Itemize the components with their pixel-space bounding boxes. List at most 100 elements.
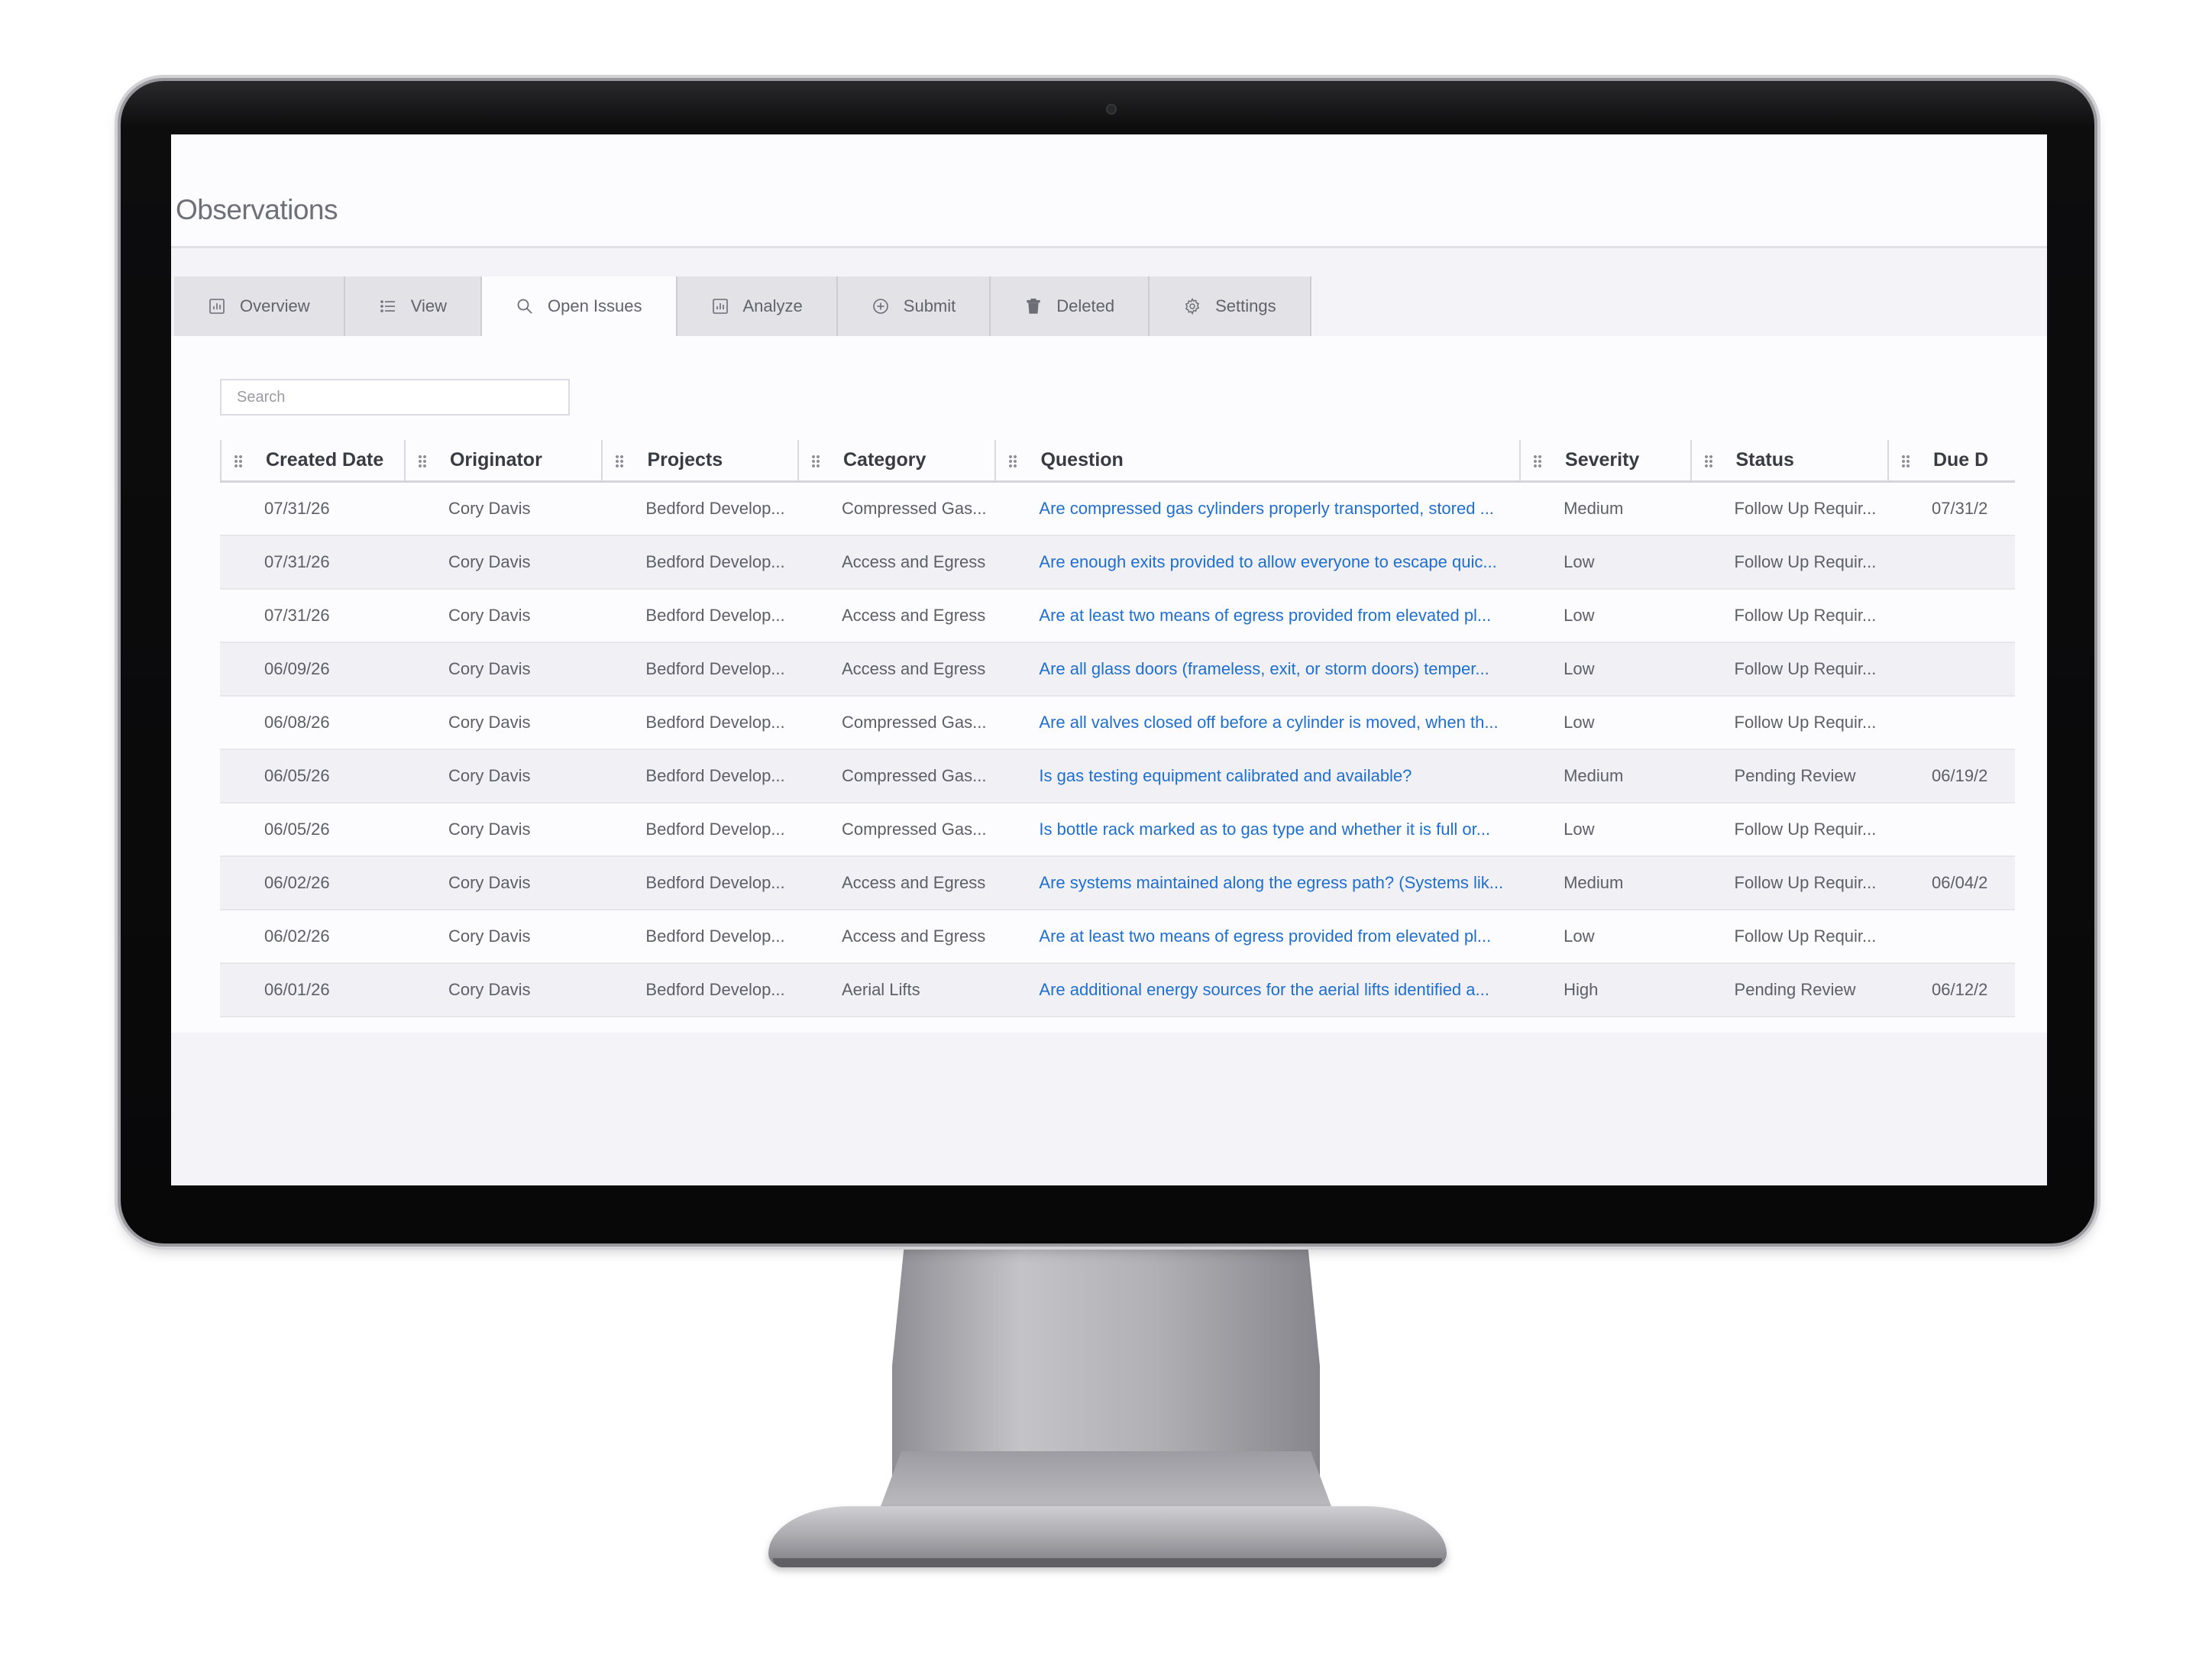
status-cell: Follow Up Requir... xyxy=(1734,606,1877,625)
category-cell: Compressed Gas... xyxy=(841,713,987,732)
tab-settings[interactable]: Settings xyxy=(1150,276,1311,336)
column-header-due-date[interactable]: Due D xyxy=(1887,440,2015,480)
created-date-cell: 06/02/26 xyxy=(264,873,330,892)
status-cell: Follow Up Requir... xyxy=(1734,820,1877,839)
severity-cell: Medium xyxy=(1564,499,1624,518)
tab-analyze[interactable]: Analyze xyxy=(677,276,838,336)
table-row[interactable]: 06/02/26 Cory Davis Bedford Develop... Acce… xyxy=(220,910,2015,964)
project-cell: Bedford Develop... xyxy=(645,552,785,571)
question-link[interactable]: Are compressed gas cylinders properly tr… xyxy=(994,483,1519,535)
created-date-cell: 06/08/26 xyxy=(264,713,330,732)
category-cell: Access and Egress xyxy=(841,927,986,946)
page-header: Observations xyxy=(171,134,2047,248)
originator-cell: Cory Davis xyxy=(448,873,531,892)
table-row[interactable]: 06/08/26 Cory Davis Bedford Develop... Comp… xyxy=(220,697,2015,750)
severity-cell: Low xyxy=(1564,713,1595,732)
project-cell: Bedford Develop... xyxy=(645,606,785,625)
page-title: Observations xyxy=(176,194,338,225)
drag-handle-icon[interactable] xyxy=(417,454,427,468)
column-header-category[interactable]: Category xyxy=(797,440,994,480)
status-cell: Follow Up Requir... xyxy=(1734,499,1877,518)
search-icon xyxy=(516,297,534,315)
originator-cell: Cory Davis xyxy=(448,980,531,999)
created-date-cell: 07/31/26 xyxy=(264,606,330,625)
category-cell: Compressed Gas... xyxy=(841,499,987,518)
status-cell: Pending Review xyxy=(1734,766,1856,785)
severity-cell: High xyxy=(1564,980,1599,999)
drag-handle-icon[interactable] xyxy=(1533,454,1543,468)
tab-open-issues[interactable]: Open Issues xyxy=(481,276,678,336)
observations-table: Created Date Originator Projects Categor… xyxy=(220,440,2015,1017)
created-date-cell: 06/09/26 xyxy=(264,659,330,678)
question-link[interactable]: Are systems maintained along the egress … xyxy=(994,857,1519,909)
originator-cell: Cory Davis xyxy=(448,713,531,732)
column-header-projects[interactable]: Projects xyxy=(601,440,797,480)
chart-icon xyxy=(711,297,729,315)
category-cell: Compressed Gas... xyxy=(841,820,987,839)
question-link[interactable]: Is bottle rack marked as to gas type and… xyxy=(994,804,1519,855)
status-cell: Follow Up Requir... xyxy=(1734,659,1877,678)
tab-overview[interactable]: Overview xyxy=(174,276,345,336)
created-date-cell: 07/31/26 xyxy=(264,552,330,571)
content-panel: Created Date Originator Projects Categor… xyxy=(171,336,2047,1033)
due-date-cell xyxy=(1887,643,2015,695)
due-date-cell xyxy=(1887,697,2015,749)
severity-cell: Low xyxy=(1564,820,1595,839)
list-icon xyxy=(379,297,397,315)
app-screen: Observations Overview View Open Issues A… xyxy=(171,134,2047,1185)
status-cell: Pending Review xyxy=(1734,980,1856,999)
question-link[interactable]: Are at least two means of egress provide… xyxy=(994,910,1519,962)
tab-deleted-label: Deleted xyxy=(1056,296,1115,315)
table-row[interactable]: 06/05/26 Cory Davis Bedford Develop... Comp… xyxy=(220,750,2015,804)
drag-handle-icon[interactable] xyxy=(810,454,820,468)
table-row[interactable]: 07/31/26 Cory Davis Bedford Develop... Comp… xyxy=(220,483,2015,536)
drag-handle-icon[interactable] xyxy=(1008,454,1018,468)
empty-area xyxy=(171,1033,2047,1185)
tab-submit-label: Submit xyxy=(903,296,956,315)
table-row[interactable]: 06/02/26 Cory Davis Bedford Develop... Acce… xyxy=(220,857,2015,910)
tab-open-issues-label: Open Issues xyxy=(547,296,642,315)
drag-handle-icon[interactable] xyxy=(1900,454,1910,468)
project-cell: Bedford Develop... xyxy=(645,873,785,892)
tab-deleted[interactable]: Deleted xyxy=(991,276,1150,336)
category-cell: Access and Egress xyxy=(841,873,986,892)
column-header-question[interactable]: Question xyxy=(994,440,1519,480)
drag-handle-icon[interactable] xyxy=(1703,454,1713,468)
due-date-cell: 06/12/2 xyxy=(1932,980,1988,999)
category-cell: Compressed Gas... xyxy=(841,766,987,785)
column-header-severity[interactable]: Severity xyxy=(1519,440,1690,480)
due-date-cell: 07/31/2 xyxy=(1932,499,1988,518)
created-date-cell: 06/01/26 xyxy=(264,980,330,999)
column-header-status[interactable]: Status xyxy=(1690,440,1887,480)
tab-view[interactable]: View xyxy=(344,276,482,336)
monitor-stand-base xyxy=(768,1506,1447,1566)
drag-handle-icon[interactable] xyxy=(234,454,243,468)
question-link[interactable]: Are all glass doors (frameless, exit, or… xyxy=(994,643,1519,695)
table-header: Created Date Originator Projects Categor… xyxy=(220,440,2015,483)
status-cell: Follow Up Requir... xyxy=(1734,552,1877,571)
drag-handle-icon[interactable] xyxy=(615,454,625,468)
category-cell: Aerial Lifts xyxy=(841,980,920,999)
column-header-originator[interactable]: Originator xyxy=(403,440,601,480)
column-header-created-date[interactable]: Created Date xyxy=(220,440,404,480)
question-link[interactable]: Are at least two means of egress provide… xyxy=(994,590,1519,642)
question-link[interactable]: Are additional energy sources for the ae… xyxy=(994,964,1519,1016)
table-row[interactable]: 06/05/26 Cory Davis Bedford Develop... Comp… xyxy=(220,804,2015,857)
severity-cell: Low xyxy=(1564,659,1595,678)
table-body: 07/31/26 Cory Davis Bedford Develop... Comp… xyxy=(220,483,2015,1017)
table-row[interactable]: 07/31/26 Cory Davis Bedford Develop... Acce… xyxy=(220,536,2015,590)
tab-submit[interactable]: Submit xyxy=(837,276,991,336)
project-cell: Bedford Develop... xyxy=(645,820,785,839)
search-input[interactable] xyxy=(220,379,570,416)
table-row[interactable]: 06/01/26 Cory Davis Bedford Develop... Aeri… xyxy=(220,964,2015,1017)
gear-icon xyxy=(1183,297,1201,315)
question-link[interactable]: Are all valves closed off before a cylin… xyxy=(994,697,1519,749)
severity-cell: Medium xyxy=(1564,766,1624,785)
created-date-cell: 07/31/26 xyxy=(264,499,330,518)
tab-overview-label: Overview xyxy=(240,296,310,315)
table-row[interactable]: 07/31/26 Cory Davis Bedford Develop... Acce… xyxy=(220,590,2015,643)
question-link[interactable]: Are enough exits provided to allow every… xyxy=(994,536,1519,588)
question-link[interactable]: Is gas testing equipment calibrated and … xyxy=(994,750,1519,802)
table-row[interactable]: 06/09/26 Cory Davis Bedford Develop... Acce… xyxy=(220,643,2015,697)
monitor-stand-base-edge xyxy=(773,1558,1442,1567)
